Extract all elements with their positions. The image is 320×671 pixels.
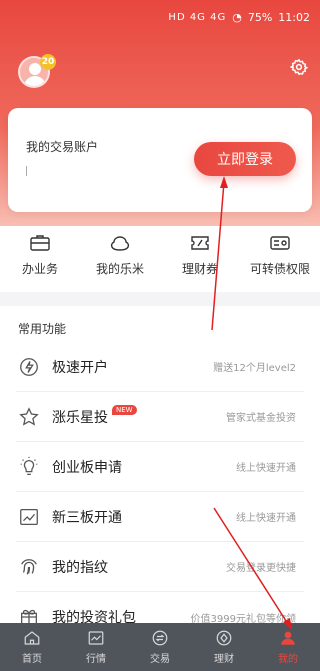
nav-finance[interactable]: 理财 (192, 623, 256, 671)
wifi-icon: ◔ (232, 10, 242, 24)
function-desc: 交易登录更快捷 (226, 563, 296, 574)
quick-action-coupon[interactable]: 理财券 (160, 226, 240, 292)
nav-home[interactable]: 首页 (0, 623, 64, 671)
lightning-icon (20, 357, 38, 376)
nav-label: 交易 (150, 654, 170, 665)
home-icon (24, 631, 40, 645)
function-list: 极速开户 赠送12个月level2 涨乐星投 NEW 管家式基金投资 创业板申请… (0, 342, 320, 642)
signal-indicator: HD 4G 4G (168, 11, 227, 23)
clock: 11:02 (278, 10, 310, 24)
nav-label: 行情 (86, 654, 106, 665)
nav-label: 理财 (214, 654, 234, 665)
account-title: 我的交易账户 (26, 140, 99, 154)
fingerprint-icon (21, 558, 37, 575)
coin-bag-icon (110, 236, 130, 251)
function-desc: 线上快速开通 (236, 463, 296, 474)
function-row-fingerprint[interactable]: 我的指纹 交易登录更快捷 (16, 542, 304, 592)
coupon-icon (191, 236, 209, 250)
briefcase-icon (30, 235, 50, 251)
nav-market[interactable]: 行情 (64, 623, 128, 671)
function-row-star-invest[interactable]: 涨乐星投 NEW 管家式基金投资 (16, 392, 304, 442)
quick-action-label: 可转债权限 (249, 262, 310, 276)
quick-action-bond[interactable]: 可转债权限 (240, 226, 320, 292)
quick-action-lemi[interactable]: 我的乐米 (80, 226, 160, 292)
function-desc: 赠送12个月level2 (213, 363, 296, 374)
account-card: 我的交易账户 立即登录 (8, 108, 312, 212)
function-desc: 管家式基金投资 (226, 413, 296, 424)
finance-icon (216, 630, 232, 646)
function-label: 新三板开通 (52, 509, 122, 526)
function-label: 创业板申请 (52, 459, 122, 476)
quick-action-label: 理财券 (181, 262, 218, 276)
chart-icon (20, 508, 38, 525)
login-button[interactable]: 立即登录 (194, 142, 296, 176)
market-icon (88, 631, 104, 645)
new-badge: NEW (112, 404, 137, 415)
gear-icon[interactable] (289, 58, 309, 76)
function-label: 涨乐星投 (52, 409, 108, 426)
function-desc: 线上快速开通 (236, 513, 296, 524)
common-functions-section: 常用功能 极速开户 赠送12个月level2 涨乐星投 NEW 管家式基金投资 … (0, 306, 320, 626)
quick-action-label: 办业务 (21, 262, 58, 276)
function-row-gem-board[interactable]: 创业板申请 线上快速开通 (16, 442, 304, 492)
function-label: 极速开户 (52, 359, 108, 376)
quick-action-business[interactable]: 办业务 (0, 226, 80, 292)
battery-level: 75% (247, 10, 273, 24)
bulb-icon (20, 456, 38, 475)
nav-trade[interactable]: 交易 (128, 623, 192, 671)
nav-label: 首页 (22, 654, 42, 665)
text-cursor (26, 166, 27, 176)
nav-mine[interactable]: 我的 (256, 623, 320, 671)
function-label: 我的指纹 (52, 559, 108, 576)
bond-icon (270, 236, 290, 250)
trade-icon (152, 630, 168, 646)
user-icon (281, 631, 295, 645)
nav-label: 我的 (278, 654, 298, 665)
quick-actions: 办业务 我的乐米 理财券 可转债权限 (0, 226, 320, 292)
level-badge: 20 (40, 54, 56, 70)
star-icon (19, 406, 39, 426)
function-row-neeq[interactable]: 新三板开通 线上快速开通 (16, 492, 304, 542)
function-row-quick-open[interactable]: 极速开户 赠送12个月level2 (16, 342, 304, 392)
status-bar: HD 4G 4G ◔ 75% 11:02 (0, 0, 320, 34)
bottom-nav: 首页 行情 交易 理财 我的 (0, 623, 320, 671)
quick-action-label: 我的乐米 (95, 262, 144, 276)
section-title: 常用功能 (18, 322, 67, 336)
